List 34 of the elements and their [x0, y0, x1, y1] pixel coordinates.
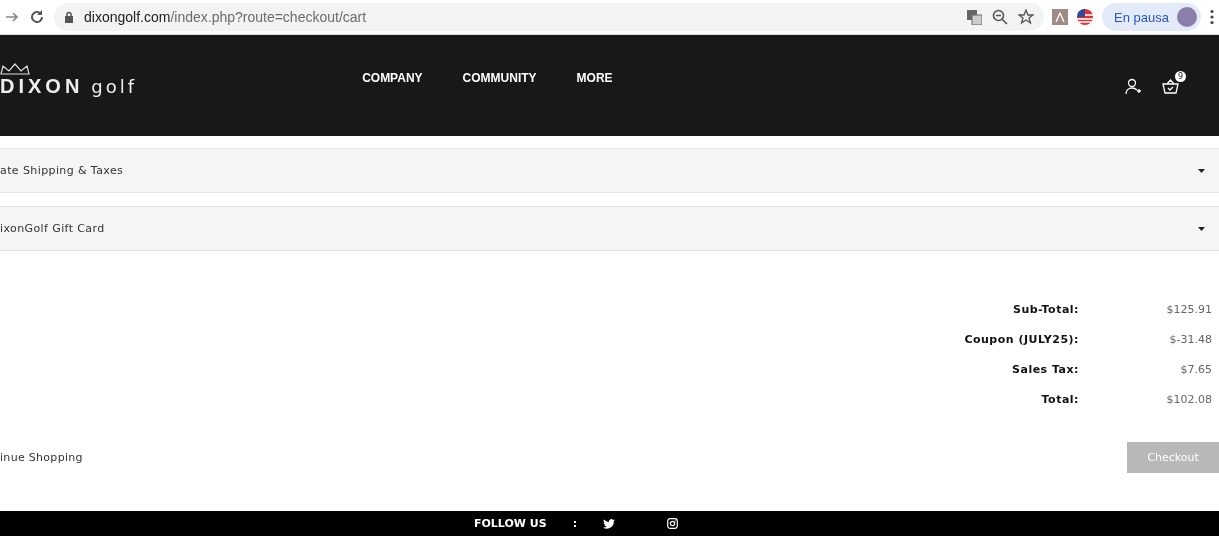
total-label: Sales Tax:: [1011, 363, 1079, 376]
total-label: Total:: [1040, 393, 1079, 406]
lock-icon: [64, 11, 74, 23]
total-label: Coupon (JULY25):: [964, 333, 1079, 346]
user-add-icon[interactable]: [1125, 78, 1142, 95]
caret-icon: [1198, 168, 1205, 173]
separator: :: [572, 517, 578, 530]
twitter-icon[interactable]: [603, 518, 616, 529]
cart-icon[interactable]: [1162, 79, 1179, 94]
profile-button[interactable]: En pausa: [1102, 3, 1201, 31]
total-value: $125.91: [1165, 303, 1212, 316]
zoom-out-icon[interactable]: [992, 9, 1009, 25]
pdf-extension-icon[interactable]: [1052, 9, 1069, 25]
total-label: Sub-Total:: [1011, 303, 1079, 316]
nav-link[interactable]: COMPANY: [362, 70, 423, 85]
instagram-icon[interactable]: [667, 518, 679, 529]
follow-us-label: FOLLOW US: [474, 517, 547, 530]
caret-icon: [1198, 226, 1205, 231]
total-value: $-31.48: [1168, 333, 1212, 346]
nav-link[interactable]: COMMUNITY: [462, 70, 537, 85]
reload-icon[interactable]: [28, 8, 46, 26]
accordion-panel[interactable]: ixonGolf Gift Card: [0, 206, 1219, 251]
flag-icon[interactable]: [1076, 8, 1095, 26]
accordion-panel[interactable]: ate Shipping & Taxes: [0, 148, 1219, 193]
star-icon[interactable]: [1018, 9, 1035, 25]
cart-count-badge: 9: [1175, 71, 1186, 82]
logo[interactable]: DIXON golf: [0, 63, 138, 98]
total-value: $7.65: [1179, 363, 1212, 376]
continue-shopping-link[interactable]: inue Shopping: [0, 451, 83, 464]
total-value: $102.08: [1165, 393, 1212, 406]
menu-icon[interactable]: [1209, 9, 1215, 25]
translate-icon[interactable]: [967, 9, 983, 25]
nav-link[interactable]: MORE: [576, 70, 613, 85]
address-bar[interactable]: dixongolf.com/index.php?route=checkout/cart: [54, 3, 1045, 31]
